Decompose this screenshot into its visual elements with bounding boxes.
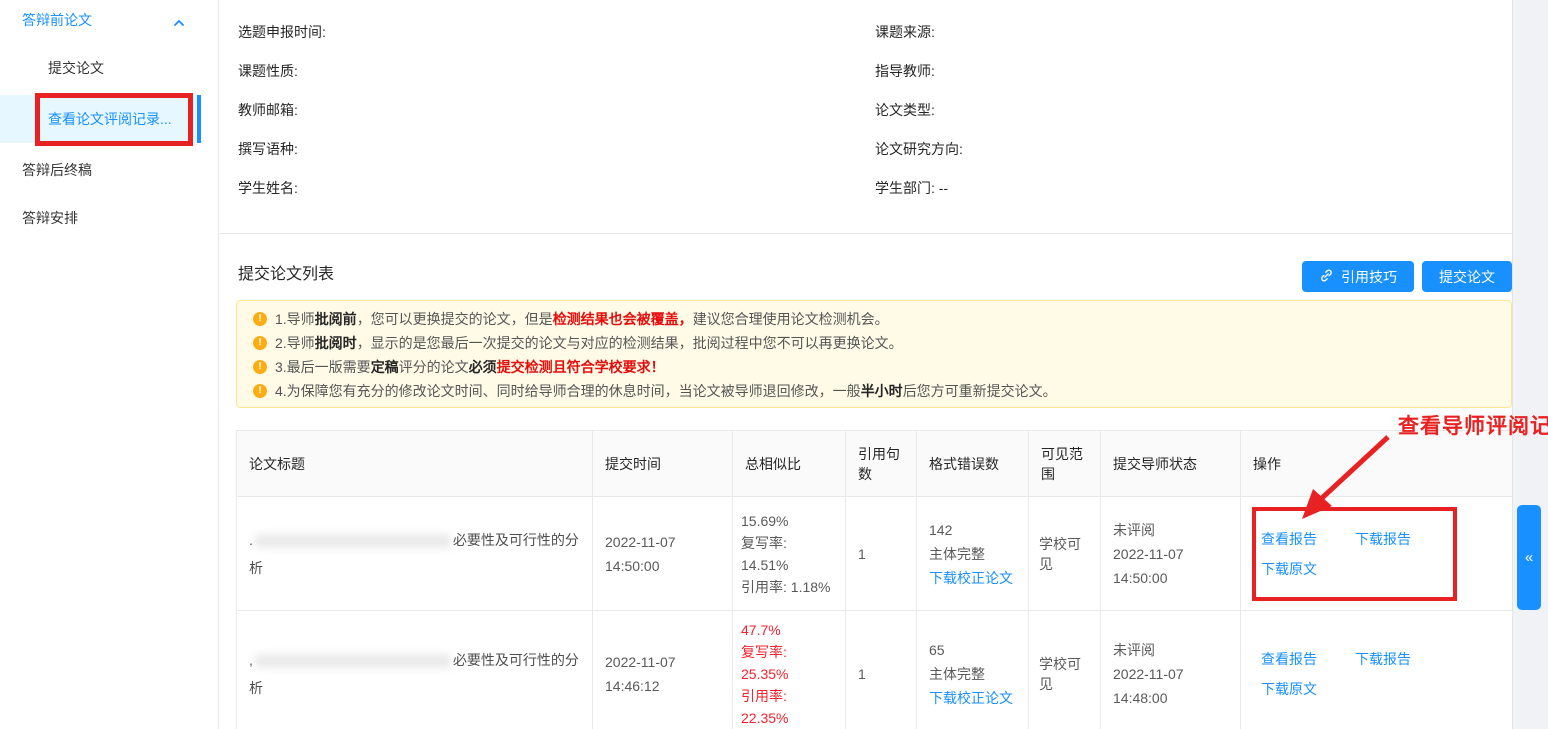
- actions-cell: 查看报告 下载报告 下载原文: [1241, 611, 1513, 729]
- col-review-status: 提交导师状态: [1101, 431, 1241, 497]
- notice-line-3: ! 3.最后一版需要定稿评分的论文必须提交检测且符合学校要求！: [253, 355, 1495, 379]
- field-student-department: 学生部门: --: [875, 178, 1512, 198]
- field-supervisor: 指导教师:: [875, 61, 1512, 81]
- download-report-link[interactable]: 下载报告: [1355, 529, 1411, 549]
- sidebar-item-final-draft[interactable]: 答辩后终稿: [0, 150, 218, 190]
- table-row: .必要性及可行性的分析 2022-11-0714:50:00 15.69%复写率…: [237, 497, 1513, 611]
- field-research-direction: 论文研究方向:: [875, 139, 1512, 159]
- table-header-row: 论文标题 提交时间 总相似比 引用句数 格式错误数 可见范围 提交导师状态 操作: [237, 431, 1513, 497]
- link-icon: [1319, 268, 1334, 286]
- double-chevron-left-icon: «: [1525, 549, 1533, 566]
- sidebar-item-label: 答辩后终稿: [22, 160, 92, 180]
- notice-text: 2.导师批阅时，显示的是您最后一次提交的论文与对应的检测结果，批阅过程中您不可以…: [275, 333, 903, 353]
- download-corrected-paper-link[interactable]: 下载校正论文: [929, 566, 1016, 590]
- submit-paper-button[interactable]: 提交论文: [1422, 261, 1512, 292]
- download-report-link[interactable]: 下载报告: [1355, 649, 1411, 669]
- field-topic-nature: 课题性质:: [238, 61, 875, 81]
- redacted-title-block: [255, 534, 451, 548]
- field-topic-apply-time: 选题申报时间:: [238, 22, 875, 42]
- right-gutter: [1512, 0, 1548, 729]
- similarity-cell: 15.69%复写率:14.51%引用率: 1.18%: [733, 497, 846, 611]
- submit-paper-label: 提交论文: [1439, 267, 1495, 287]
- paper-title-cell: .必要性及可行性的分析: [237, 497, 593, 611]
- notice-line-1: ! 1.导师批阅前，您可以更换提交的论文，但是检测结果也会被覆盖，建议您合理使用…: [253, 307, 1495, 331]
- review-status-cell: 未评阅2022-11-0714:50:00: [1101, 497, 1241, 611]
- warning-icon: !: [253, 384, 267, 398]
- main-content: 选题申报时间: 课题来源: 课题性质: 指导教师: 教师邮箱: 论文类型: 撰写…: [220, 0, 1512, 729]
- col-total-similarity: 总相似比: [733, 431, 846, 497]
- field-label: 学生部门:: [875, 180, 935, 196]
- citation-tips-button[interactable]: 引用技巧: [1302, 261, 1414, 292]
- review-annotation-text: 查看导师评阅记录及查重报告: [1398, 410, 1548, 440]
- sidebar-item-defense-schedule[interactable]: 答辩安排: [0, 198, 218, 238]
- col-actions: 操作: [1241, 431, 1513, 497]
- download-original-link[interactable]: 下载原文: [1261, 561, 1317, 577]
- visibility-cell: 学校可见: [1029, 611, 1101, 729]
- warning-icon: !: [253, 336, 267, 350]
- view-report-link[interactable]: 查看报告: [1261, 529, 1317, 549]
- field-writing-language: 撰写语种:: [238, 139, 875, 159]
- col-visibility: 可见范围: [1029, 431, 1101, 497]
- sidebar-item-label: 提交论文: [48, 58, 104, 78]
- paper-title-cell: ,必要性及可行性的分析: [237, 611, 593, 729]
- notice-line-4: ! 4.为保障您有充分的修改论文时间、同时给导师合理的休息时间，当论文被导师退回…: [253, 379, 1495, 403]
- chevron-up-icon: [174, 15, 184, 25]
- sidebar-group-pre-defense-papers[interactable]: 答辩前论文: [0, 0, 218, 40]
- notice-text: 1.导师批阅前，您可以更换提交的论文，但是检测结果也会被覆盖，建议您合理使用论文…: [275, 309, 889, 329]
- format-errors-cell: 142主体完整下载校正论文: [917, 497, 1029, 611]
- notice-line-2: ! 2.导师批阅时，显示的是您最后一次提交的论文与对应的检测结果，批阅过程中您不…: [253, 331, 1495, 355]
- thesis-profile-fields: 选题申报时间: 课题来源: 课题性质: 指导教师: 教师邮箱: 论文类型: 撰写…: [220, 22, 1512, 198]
- thesis-system-page: 答辩前论文 提交论文 查看论文评阅记录... 答辩后终稿 答辩安排 选题申报时间…: [0, 0, 1548, 729]
- review-status-cell: 未评阅2022-11-0714:48:00: [1101, 611, 1241, 729]
- col-submit-time: 提交时间: [593, 431, 733, 497]
- sidebar-item-label: 答辩安排: [22, 208, 78, 228]
- sidebar-item-view-review-records[interactable]: 查看论文评阅记录...: [0, 95, 201, 143]
- toolbar: 引用技巧 提交论文: [1302, 261, 1512, 292]
- collapse-panel-tab[interactable]: «: [1517, 505, 1541, 610]
- warning-alert: ! 1.导师批阅前，您可以更换提交的论文，但是检测结果也会被覆盖，建议您合理使用…: [236, 300, 1512, 408]
- download-corrected-paper-link[interactable]: 下载校正论文: [929, 686, 1016, 710]
- sidebar: 答辩前论文 提交论文 查看论文评阅记录... 答辩后终稿 答辩安排: [0, 0, 219, 729]
- col-quoted-sentences: 引用句数: [846, 431, 917, 497]
- field-topic-source: 课题来源:: [875, 22, 1512, 42]
- redacted-title-block: [255, 654, 451, 668]
- col-format-errors: 格式错误数: [917, 431, 1029, 497]
- download-original-link[interactable]: 下载原文: [1261, 681, 1317, 697]
- similarity-cell: 47.7%复写率:25.35%引用率:22.35%: [733, 611, 846, 729]
- quoted-count-cell: 1: [846, 497, 917, 611]
- sidebar-item-submit-paper[interactable]: 提交论文: [0, 48, 218, 88]
- view-report-link[interactable]: 查看报告: [1261, 649, 1317, 669]
- field-value: --: [939, 180, 948, 196]
- field-paper-type: 论文类型:: [875, 100, 1512, 120]
- table-row: ,必要性及可行性的分析 2022-11-0714:46:12 47.7%复写率:…: [237, 611, 1513, 729]
- citation-tips-label: 引用技巧: [1341, 267, 1397, 287]
- notice-text: 3.最后一版需要定稿评分的论文必须提交检测且符合学校要求！: [275, 357, 665, 377]
- submitted-papers-table: 论文标题 提交时间 总相似比 引用句数 格式错误数 可见范围 提交导师状态 操作…: [236, 430, 1513, 729]
- section-divider: [220, 233, 1512, 234]
- submit-time-cell: 2022-11-0714:46:12: [593, 611, 733, 729]
- notice-text: 4.为保障您有充分的修改论文时间、同时给导师合理的休息时间，当论文被导师退回修改…: [275, 381, 1057, 401]
- sidebar-item-label: 查看论文评阅记录...: [48, 109, 172, 129]
- submit-time-cell: 2022-11-0714:50:00: [593, 497, 733, 611]
- field-student-name: 学生姓名:: [238, 178, 875, 198]
- warning-icon: !: [253, 312, 267, 326]
- format-errors-cell: 65主体完整下载校正论文: [917, 611, 1029, 729]
- col-paper-title: 论文标题: [237, 431, 593, 497]
- field-teacher-email: 教师邮箱:: [238, 100, 875, 120]
- submitted-papers-title: 提交论文列表: [238, 260, 334, 284]
- warning-icon: !: [253, 360, 267, 374]
- quoted-count-cell: 1: [846, 611, 917, 729]
- sidebar-group-label: 答辩前论文: [22, 10, 92, 30]
- visibility-cell: 学校可见: [1029, 497, 1101, 611]
- actions-cell: 查看报告 下载报告 下载原文: [1241, 497, 1513, 611]
